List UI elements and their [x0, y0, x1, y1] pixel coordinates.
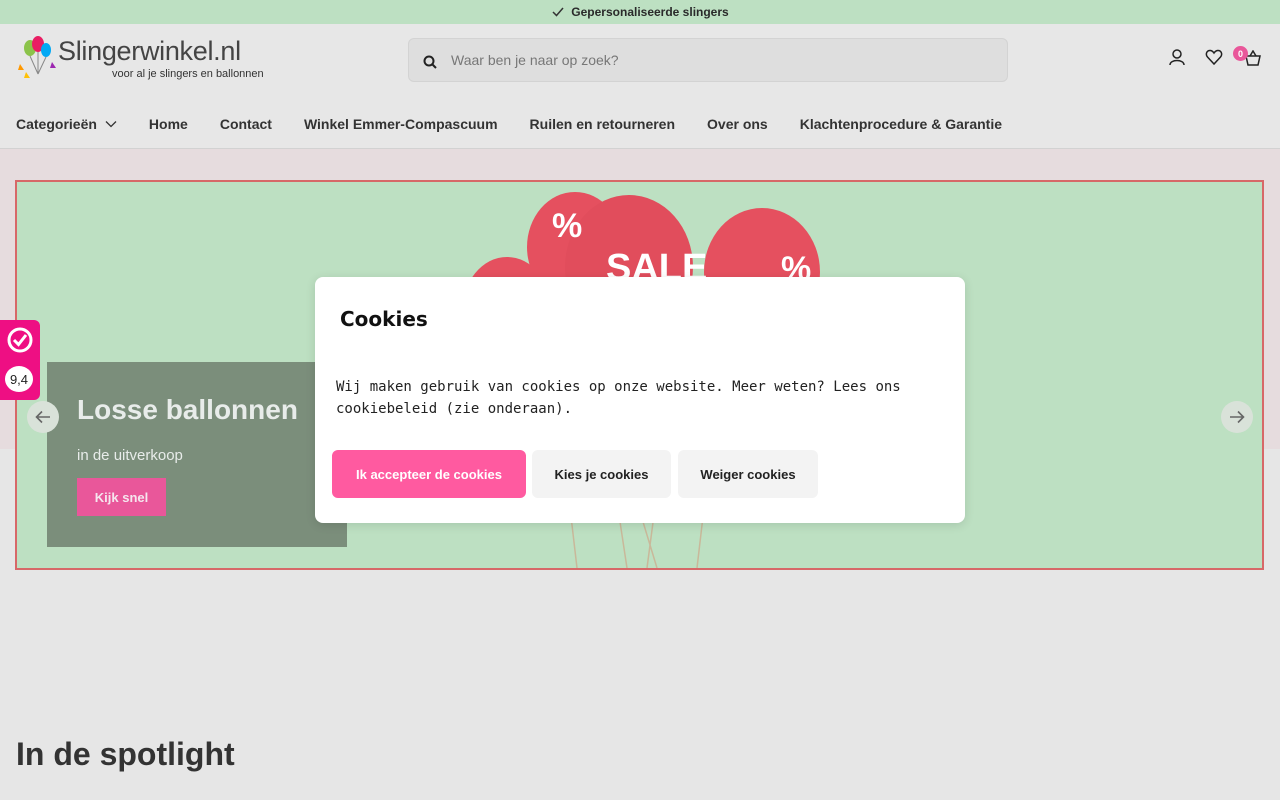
- rating-widget[interactable]: 9,4: [0, 320, 40, 400]
- heart-icon[interactable]: [1205, 48, 1223, 66]
- nav-item-returns[interactable]: Ruilen en retourneren: [530, 116, 675, 132]
- arrow-right-icon: [1230, 410, 1245, 424]
- spotlight-heading: In de spotlight: [16, 736, 235, 772]
- logo-text: Slingerwinkel.nl: [58, 36, 241, 66]
- slider-prev-button[interactable]: [27, 401, 59, 433]
- cookie-text: Wij maken gebruik van cookies op onze we…: [336, 379, 901, 417]
- arrow-left-icon: [35, 410, 50, 424]
- nav-item-about[interactable]: Over ons: [707, 116, 768, 132]
- nav-item-categories[interactable]: Categorieën: [16, 116, 117, 132]
- hero-cta-button[interactable]: Kijk snel: [77, 478, 166, 516]
- check-icon: [552, 7, 564, 17]
- review-logo-icon: [7, 327, 33, 353]
- announcement-text: Gepersonaliseerde slingers: [571, 5, 729, 19]
- logo[interactable]: Slingerwinkel.nl voor al je slingers en …: [16, 34, 276, 84]
- choose-cookies-button[interactable]: Kies je cookies: [532, 450, 671, 498]
- nav-item-store[interactable]: Winkel Emmer-Compascuum: [304, 116, 498, 132]
- nav-item-complaints[interactable]: Klachtenprocedure & Garantie: [800, 116, 1002, 132]
- cart-count-badge: 0: [1233, 46, 1248, 61]
- chevron-down-icon: [105, 121, 117, 128]
- accept-cookies-button[interactable]: Ik accepteer de cookies: [332, 450, 526, 498]
- nav-item-home[interactable]: Home: [149, 116, 188, 132]
- search-bar: [408, 38, 1008, 82]
- hero-title: Losse ballonnen: [77, 394, 298, 425]
- hero-subtitle: in de uitverkoop: [77, 447, 183, 464]
- balloon-percent-text: %: [552, 207, 582, 245]
- cookie-title: Cookies: [340, 307, 428, 331]
- top-announcement-bar: Gepersonaliseerde slingers: [0, 0, 1280, 24]
- cookie-dialog: Cookies Wij maken gebruik van cookies op…: [315, 277, 965, 523]
- search-input[interactable]: [451, 39, 991, 81]
- balloon-logo-icon: [18, 36, 56, 78]
- nav-item-contact[interactable]: Contact: [220, 116, 272, 132]
- slider-next-button[interactable]: [1221, 401, 1253, 433]
- main-nav: Categorieën Home Contact Winkel Emmer-Co…: [16, 114, 1034, 134]
- hero-slide-card: Losse ballonnen in de uitverkoop Kijk sn…: [47, 362, 347, 547]
- user-icon[interactable]: [1168, 48, 1186, 66]
- site-header: Slingerwinkel.nl voor al je slingers en …: [0, 24, 1280, 149]
- logo-tagline: voor al je slingers en ballonnen: [112, 68, 264, 80]
- rating-score: 9,4: [5, 366, 33, 392]
- search-icon[interactable]: [423, 55, 437, 69]
- nav-item-label: Categorieën: [16, 116, 97, 132]
- refuse-cookies-button[interactable]: Weiger cookies: [678, 450, 818, 498]
